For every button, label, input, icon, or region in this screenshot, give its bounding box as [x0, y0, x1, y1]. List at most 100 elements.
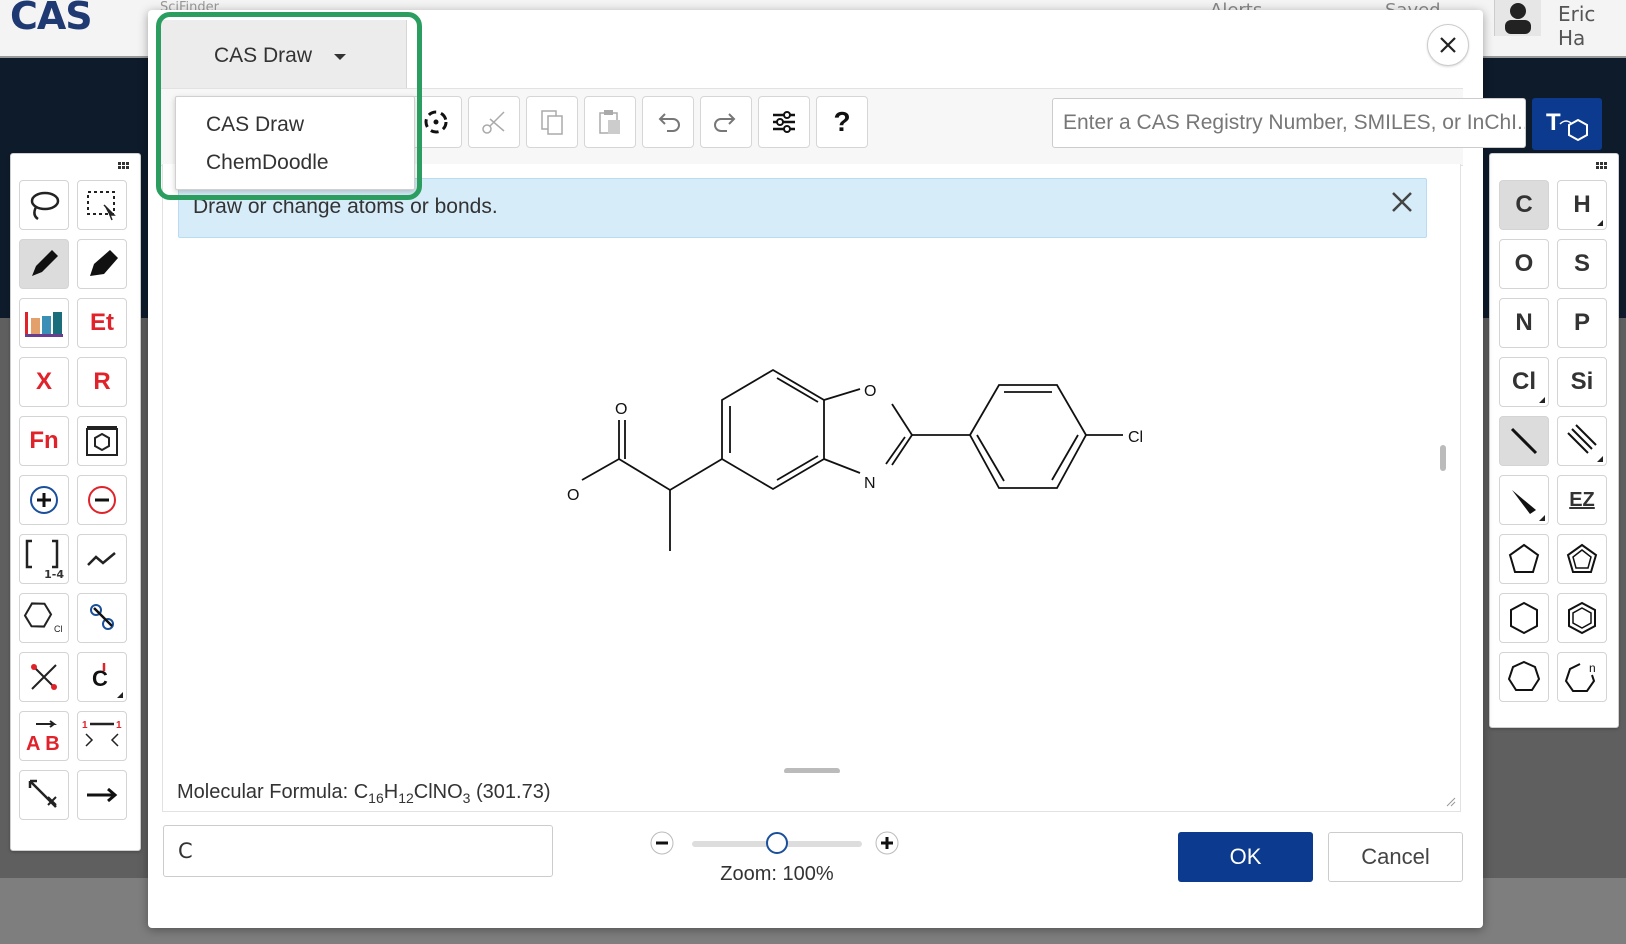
wedge-bond-icon: [1512, 490, 1536, 514]
atom-label: P: [1573, 309, 1590, 336]
single-bond-icon: [1510, 427, 1538, 455]
ring-n-button[interactable]: n: [1557, 652, 1607, 702]
pentagon-double-icon: [1566, 543, 1598, 573]
marker-icon: [90, 250, 118, 276]
ok-button[interactable]: OK: [1178, 832, 1313, 882]
erase-draw-tool[interactable]: [77, 239, 127, 289]
reaction-ab-tool[interactable]: A B: [19, 711, 69, 761]
cas-logo: CAS: [10, 0, 93, 38]
close-dialog-button[interactable]: [1427, 24, 1469, 66]
formula-part: H: [383, 781, 399, 803]
charge-minus-tool[interactable]: [77, 475, 127, 525]
atom-label: O: [1514, 250, 1534, 277]
molecular-formula: Molecular Formula: C16H12ClNO3 (301.73): [177, 781, 551, 806]
reaction-arrow-ab-icon: A B: [26, 720, 60, 754]
user-name: Eric Ha: [1558, 2, 1596, 50]
ring-n-icon: n: [1564, 661, 1596, 692]
r-group-tool[interactable]: R: [77, 357, 127, 407]
crossed-arrow-icon: [28, 779, 57, 808]
draw-tool[interactable]: [19, 239, 69, 289]
functional-group-tool[interactable]: Fn: [19, 416, 69, 466]
vertical-scrollbar-thumb[interactable]: [1440, 445, 1446, 471]
right-atom-palette: C H O S N P Cl Si EZ n: [1489, 153, 1619, 728]
svg-text:C: C: [92, 666, 108, 691]
zoom-in-button[interactable]: [874, 830, 900, 856]
submenu-indicator: [1597, 220, 1603, 226]
ez-button[interactable]: EZ: [1557, 475, 1607, 525]
grip-icon[interactable]: [118, 162, 132, 170]
formula-part: C: [353, 781, 369, 803]
atom-label: S: [1573, 250, 1590, 277]
grip-icon[interactable]: [1596, 162, 1610, 170]
atom-n-button[interactable]: N: [1499, 298, 1549, 348]
atom-p-button[interactable]: P: [1557, 298, 1607, 348]
arrow-right-icon: [87, 787, 118, 803]
zoom-label: Zoom: 100%: [720, 863, 834, 885]
ring-nitrogen-label: N: [864, 475, 876, 492]
atom-mapping-tool[interactable]: 11: [77, 711, 127, 761]
ethyl-tool[interactable]: Et: [77, 298, 127, 348]
benzene-button[interactable]: [1557, 593, 1607, 643]
molecular-formula-bar: Molecular Formula: C16H12ClNO3 (301.73): [162, 773, 1461, 812]
atom-label: Si: [1570, 368, 1594, 395]
marquee-tool[interactable]: [77, 180, 127, 230]
cancel-button[interactable]: Cancel: [1328, 832, 1463, 882]
user-icon: [1505, 3, 1531, 34]
chain-tool[interactable]: [77, 534, 127, 584]
hexagon-icon: [1510, 601, 1538, 635]
atom-map-tool[interactable]: [77, 593, 127, 643]
formula-subscript: 12: [398, 790, 414, 806]
submenu-indicator: [1597, 456, 1603, 462]
svg-text:T: T: [1546, 109, 1561, 136]
atom-link-icon: [90, 604, 114, 630]
atom-h-button[interactable]: H: [1557, 180, 1607, 230]
ring-oxygen-label: O: [864, 383, 876, 400]
atom-c-button[interactable]: C: [1499, 180, 1549, 230]
resize-handle-icon[interactable]: [1446, 797, 1456, 807]
formula-part: ClNO: [413, 781, 463, 803]
stereo-tool[interactable]: C: [77, 652, 127, 702]
template-bars-icon: [25, 312, 63, 337]
repeat-range-label: 1-4: [44, 568, 64, 581]
benzene-icon: [1568, 601, 1596, 635]
svg-text:n: n: [1589, 661, 1596, 675]
cyclopentadiene-button[interactable]: [1557, 534, 1607, 584]
text-to-structure-icon: T: [1546, 109, 1588, 142]
cycloheptane-button[interactable]: [1499, 652, 1549, 702]
marquee-select-icon: [87, 191, 116, 221]
cyclohexane-button[interactable]: [1499, 593, 1549, 643]
atom-s-button[interactable]: S: [1557, 239, 1607, 289]
user-avatar[interactable]: [1494, 0, 1541, 36]
zoom-slider-thumb[interactable]: [766, 832, 788, 854]
reaction-arrow-tool[interactable]: [77, 770, 127, 820]
atom-label-input[interactable]: C: [163, 825, 553, 877]
charge-plus-tool[interactable]: [19, 475, 69, 525]
atom-cl-button[interactable]: Cl: [1499, 357, 1549, 407]
chain-icon: [87, 552, 116, 566]
import-structure-button[interactable]: T: [1532, 98, 1602, 150]
ring-cl-icon: Cl: [23, 602, 63, 634]
svg-text:A B: A B: [26, 733, 60, 754]
carbonyl-oxygen-label: O: [615, 401, 627, 418]
single-bond-button[interactable]: [1499, 416, 1549, 466]
annotation-highlight: [156, 12, 422, 200]
lasso-tool[interactable]: [19, 180, 69, 230]
atom-si-button[interactable]: Si: [1557, 357, 1607, 407]
atom-o-button[interactable]: O: [1499, 239, 1549, 289]
variable-x-tool[interactable]: X: [19, 357, 69, 407]
left-tool-palette: Et X R Fn 1-4 Cl C A B 1 1: [10, 153, 141, 851]
no-reaction-tool[interactable]: [19, 770, 69, 820]
atom-label: H: [1573, 191, 1591, 218]
lasso-icon: [30, 191, 60, 221]
templates-tool[interactable]: [19, 298, 69, 348]
pentagon-icon: [1508, 543, 1540, 573]
wedge-bond-button[interactable]: [1499, 475, 1549, 525]
bond-cleave-tool[interactable]: [19, 652, 69, 702]
ring-template-tool[interactable]: [77, 416, 127, 466]
ring-attach-tool[interactable]: Cl: [19, 593, 69, 643]
repeat-unit-tool[interactable]: 1-4: [19, 534, 69, 584]
zoom-out-button[interactable]: [649, 830, 675, 856]
multiple-bond-button[interactable]: [1557, 416, 1607, 466]
cyclopentane-button[interactable]: [1499, 534, 1549, 584]
formula-prefix: Molecular Formula:: [177, 781, 354, 803]
